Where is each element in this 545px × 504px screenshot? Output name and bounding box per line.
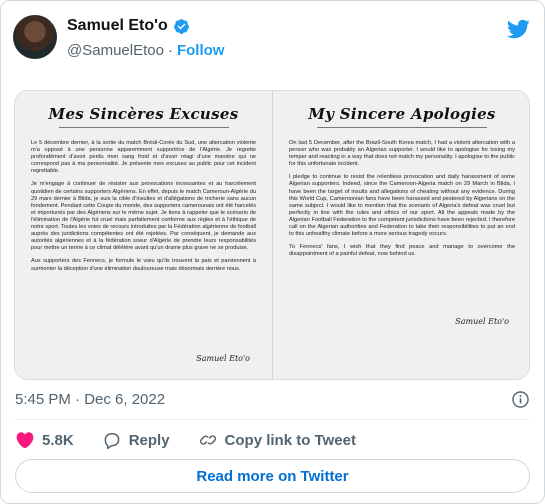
letter-paragraph: I pledge to continue to resist the relen…	[289, 174, 515, 238]
letter-title-french: Mes Sincères Excuses	[48, 105, 239, 123]
verified-badge-icon	[173, 18, 189, 34]
tweet-actions: 5.8K Reply Copy link to Tweet	[15, 429, 384, 451]
avatar[interactable]	[13, 15, 57, 59]
title-underline	[58, 127, 229, 128]
twitter-bird-icon[interactable]	[506, 17, 530, 41]
letter-signature: Samuel Eto'o	[196, 354, 250, 363]
tweet-card: Samuel Eto'o @SamuelEtoo · Follow Mes Sinc…	[0, 0, 545, 504]
divider	[15, 419, 530, 420]
author-handle-row: @SamuelEtoo · Follow	[67, 42, 224, 59]
separator-dot: ·	[167, 42, 173, 59]
letter-signature: Samuel Eto'o	[455, 317, 509, 326]
read-more-button[interactable]: Read more on Twitter	[15, 459, 530, 493]
title-underline	[317, 127, 487, 128]
reply-label: Reply	[128, 431, 170, 449]
reply-button[interactable]: Reply	[102, 430, 170, 450]
letter-page-french: Mes Sincères Excuses Le 5 décembre derni…	[15, 91, 273, 379]
reply-icon	[104, 433, 120, 450]
letter-paragraph: Je m'engage à continuer de résister aux …	[31, 181, 256, 252]
follow-button[interactable]: Follow	[177, 42, 225, 59]
letter-image[interactable]: Mes Sincères Excuses Le 5 décembre derni…	[14, 90, 530, 380]
letter-page-english: My Sincere Apologies On last 5 December,…	[273, 91, 529, 379]
author-handle[interactable]: @SamuelEtoo	[67, 42, 164, 59]
tweet-timestamp[interactable]: 5:45 PM · Dec 6, 2022	[15, 391, 165, 408]
letter-paragraph: To Fennecs' fans, I wish that they find …	[289, 244, 515, 258]
like-button[interactable]: 5.8K	[15, 430, 74, 450]
copy-link-label: Copy link to Tweet	[224, 431, 356, 449]
like-count: 5.8K	[42, 431, 74, 449]
author-name[interactable]: Samuel Eto'o	[67, 17, 168, 35]
letter-paragraph: Aux supporters des Fennecs, je formule l…	[31, 258, 256, 272]
link-icon	[199, 435, 216, 445]
letter-title-english: My Sincere Apologies	[308, 105, 496, 123]
copy-link-button[interactable]: Copy link to Tweet	[198, 430, 356, 450]
info-icon[interactable]	[511, 390, 530, 409]
letter-paragraph: On last 5 December, after the Brazil-Sou…	[289, 140, 515, 168]
letter-paragraph: Le 5 décembre dernier, à la sortie du ma…	[31, 140, 256, 175]
author-name-row[interactable]: Samuel Eto'o	[67, 17, 190, 35]
heart-icon	[16, 432, 34, 449]
